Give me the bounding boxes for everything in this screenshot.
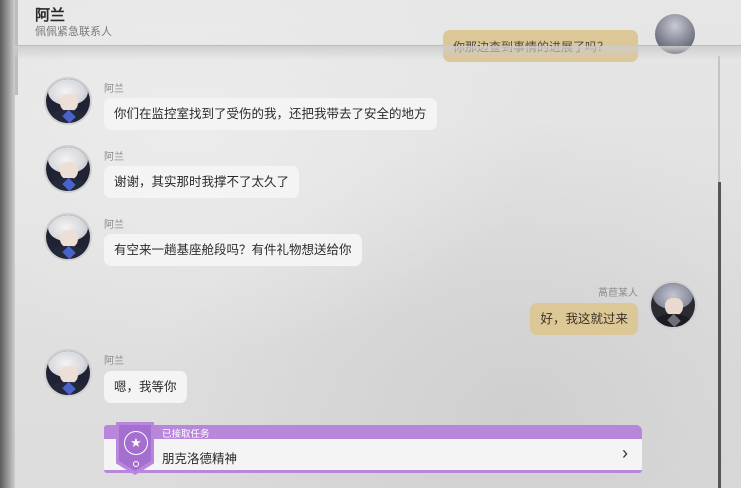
quest-status-bar: 已接取任务: [104, 425, 642, 440]
badge-dot-icon: [133, 461, 139, 467]
chevron-right-icon[interactable]: ›: [622, 443, 628, 464]
avatar-icon[interactable]: [46, 147, 90, 191]
message-bubble: 谢谢，其实那时我撑不了太久了: [104, 166, 300, 198]
message-bubble: 嗯，我等你: [104, 371, 187, 403]
quest-body[interactable]: 朋克洛德精神 ›: [104, 439, 642, 471]
avatar-icon[interactable]: [46, 215, 90, 259]
quest-bottom-bar: [104, 470, 642, 473]
quest-card[interactable]: 已接取任务 朋克洛德精神 › ★: [104, 422, 642, 475]
message-bubble: 你们在监控室找到了受伤的我，还把我带去了安全的地方: [104, 98, 437, 130]
message-bubble: 好，我这就过来: [530, 303, 638, 335]
scrollbar-thumb[interactable]: [718, 182, 721, 488]
quest-title: 朋克洛德精神: [162, 452, 238, 466]
contact-subtitle: 佩佩紧急联系人: [35, 26, 112, 38]
sender-name: 阿兰: [104, 356, 124, 367]
sender-name: 萵苣某人: [598, 288, 638, 299]
sender-name: 阿兰: [104, 152, 124, 163]
avatar-icon[interactable]: [46, 79, 90, 123]
message-bubble: 有空来一趟基座舱段吗？有件礼物想送给你: [104, 234, 362, 266]
quest-status-label: 已接取任务: [162, 429, 210, 440]
star-badge-icon: ★: [124, 431, 148, 455]
window-edge: [0, 0, 15, 488]
sender-name: 阿兰: [104, 84, 124, 95]
scroll-fade: [15, 46, 741, 60]
avatar-icon[interactable]: [651, 283, 695, 327]
sender-name: 阿兰: [104, 220, 124, 231]
avatar-icon[interactable]: [46, 351, 90, 395]
contact-name: 阿兰: [35, 7, 66, 24]
